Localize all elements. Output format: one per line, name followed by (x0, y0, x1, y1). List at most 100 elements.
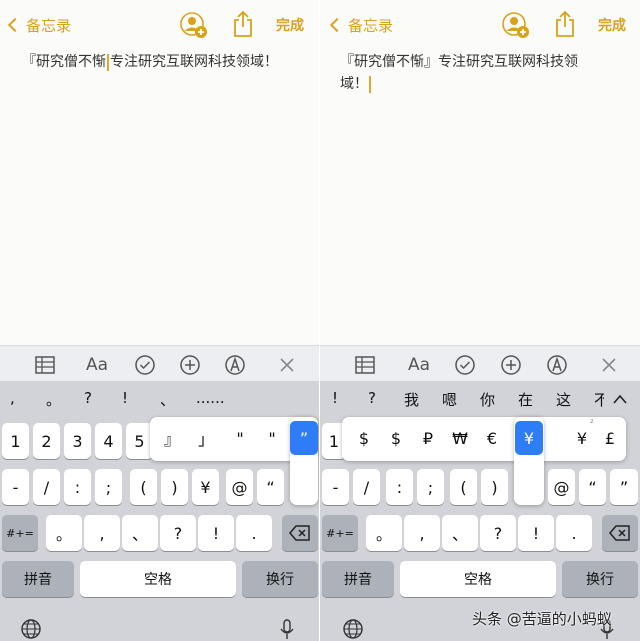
back-button[interactable]: 备忘录 (328, 14, 393, 36)
key-quote-open[interactable]: “ (579, 469, 606, 505)
popup-option[interactable]: $ (350, 421, 378, 455)
key-period[interactable]: . (556, 515, 592, 551)
chevron-up-icon[interactable] (612, 393, 628, 405)
popup-option[interactable]: 」 (192, 421, 220, 455)
delete-key[interactable] (282, 515, 318, 551)
key-4[interactable]: 4 (95, 423, 122, 459)
close-icon[interactable] (276, 354, 298, 376)
note-text-after-cursor: 专注研究互联网科技领域！ (110, 54, 278, 70)
share-icon[interactable] (554, 10, 576, 38)
candidate-item[interactable]: 在 (518, 389, 533, 410)
candidate-item[interactable]: 。 (46, 389, 61, 410)
key-space[interactable]: 空格 (400, 561, 556, 597)
key-colon[interactable]: : (386, 469, 413, 505)
popup-option[interactable]: $ (382, 421, 410, 455)
done-button[interactable]: 完成 (276, 15, 304, 35)
candidate-item[interactable]: 嗯 (442, 389, 457, 410)
popup-option[interactable]: € (478, 421, 506, 455)
add-icon[interactable] (500, 354, 522, 376)
key-enum-comma[interactable]: 、 (442, 515, 478, 551)
key-semicolon[interactable]: ; (95, 469, 122, 505)
key-question[interactable]: ? (160, 515, 196, 551)
key-yen[interactable]: ¥ (192, 469, 219, 505)
key-pinyin[interactable]: 拼音 (322, 561, 394, 597)
key-question[interactable]: ? (480, 515, 516, 551)
popup-option-selected[interactable]: ¥ (515, 421, 543, 455)
candidate-item[interactable]: 我 (404, 389, 419, 410)
add-icon[interactable] (179, 354, 201, 376)
globe-icon[interactable] (20, 618, 42, 640)
key-quote[interactable]: “ (257, 469, 284, 505)
key-exclaim[interactable]: ! (198, 515, 234, 551)
key-period-cn[interactable]: 。 (46, 515, 82, 551)
format-button[interactable]: Aa (404, 354, 434, 376)
done-button[interactable]: 完成 (598, 15, 626, 35)
key-1[interactable]: 1 (2, 423, 29, 459)
popup-option[interactable]: ₩ (446, 421, 474, 455)
candidate-item[interactable]: ! (122, 389, 128, 407)
key-5[interactable]: 5 (126, 423, 153, 459)
key-comma[interactable]: , (404, 515, 440, 551)
candidate-item[interactable]: 你 (480, 389, 495, 410)
key-at[interactable]: @ (226, 469, 253, 505)
key-3[interactable]: 3 (64, 423, 91, 459)
note-text[interactable]: 『研究僧不惭』专注研究互联网科技领域！ (340, 51, 602, 95)
popup-option[interactable]: 』 (158, 421, 186, 455)
popup-option[interactable]: £ (596, 421, 624, 455)
key-space[interactable]: 空格 (80, 561, 236, 597)
key-enum-comma[interactable]: 、 (122, 515, 158, 551)
key-colon[interactable]: : (64, 469, 91, 505)
globe-icon[interactable] (342, 618, 364, 640)
key-slash[interactable]: / (353, 469, 380, 505)
key-paren-open[interactable]: ( (450, 469, 477, 505)
note-text[interactable]: 『研究僧不惭 专注研究互联网科技领域！ (22, 51, 302, 73)
key-comma[interactable]: , (84, 515, 120, 551)
popup-option-selected[interactable]: ” (290, 421, 318, 455)
key-slash[interactable]: / (33, 469, 60, 505)
table-icon[interactable] (34, 354, 56, 376)
candidate-item[interactable]: ! (332, 389, 338, 407)
key-semicolon[interactable]: ; (417, 469, 444, 505)
popup-option[interactable]: " (258, 421, 286, 455)
candidate-item[interactable]: ? (84, 389, 92, 407)
delete-key[interactable] (602, 515, 638, 551)
key-exclaim[interactable]: ! (518, 515, 554, 551)
key-return[interactable]: 换行 (562, 561, 638, 597)
add-person-icon[interactable] (502, 12, 530, 40)
markup-icon[interactable] (224, 354, 246, 376)
key-pinyin[interactable]: 拼音 (2, 561, 74, 597)
candidate-item[interactable]: , (10, 389, 15, 407)
back-button[interactable]: 备忘录 (6, 14, 71, 36)
add-person-icon[interactable] (180, 12, 208, 40)
markup-icon[interactable] (546, 354, 568, 376)
candidate-item[interactable]: 、 (160, 389, 175, 410)
format-button[interactable]: Aa (82, 354, 112, 376)
popup-option[interactable]: ₽ (414, 421, 442, 455)
microphone-icon[interactable] (276, 618, 298, 640)
key-symbols-toggle[interactable]: #+= (322, 515, 358, 551)
key-quote-close[interactable]: ” (610, 469, 638, 505)
share-icon[interactable] (232, 10, 254, 38)
key-hyphen[interactable]: - (2, 469, 29, 505)
popup-option[interactable]: " (226, 421, 254, 455)
candidate-item[interactable]: 不 (594, 389, 604, 410)
key-2[interactable]: 2 (33, 423, 60, 459)
key-paren-close[interactable]: ) (481, 469, 508, 505)
candidate-item[interactable]: ...... (196, 389, 225, 407)
candidate-item[interactable]: ? (368, 389, 376, 407)
candidate-item[interactable]: 这 (556, 389, 571, 410)
note-area[interactable]: 备忘录 完成 『研究僧不惭 专注研究互联网科技领域！ (0, 0, 320, 345)
table-icon[interactable] (354, 354, 376, 376)
key-hyphen[interactable]: - (322, 469, 349, 505)
note-area[interactable]: 备忘录 完成 『研究僧不惭』专注研究互联网科技领域！ (320, 0, 640, 345)
close-icon[interactable] (598, 354, 620, 376)
key-at[interactable]: @ (548, 469, 575, 505)
key-period[interactable]: . (236, 515, 272, 551)
checklist-icon[interactable] (454, 354, 476, 376)
key-return[interactable]: 换行 (242, 561, 318, 597)
key-paren-open[interactable]: ( (130, 469, 157, 505)
key-period-cn[interactable]: 。 (366, 515, 402, 551)
key-paren-close[interactable]: ) (161, 469, 188, 505)
checklist-icon[interactable] (134, 354, 156, 376)
key-symbols-toggle[interactable]: #+= (2, 515, 38, 551)
